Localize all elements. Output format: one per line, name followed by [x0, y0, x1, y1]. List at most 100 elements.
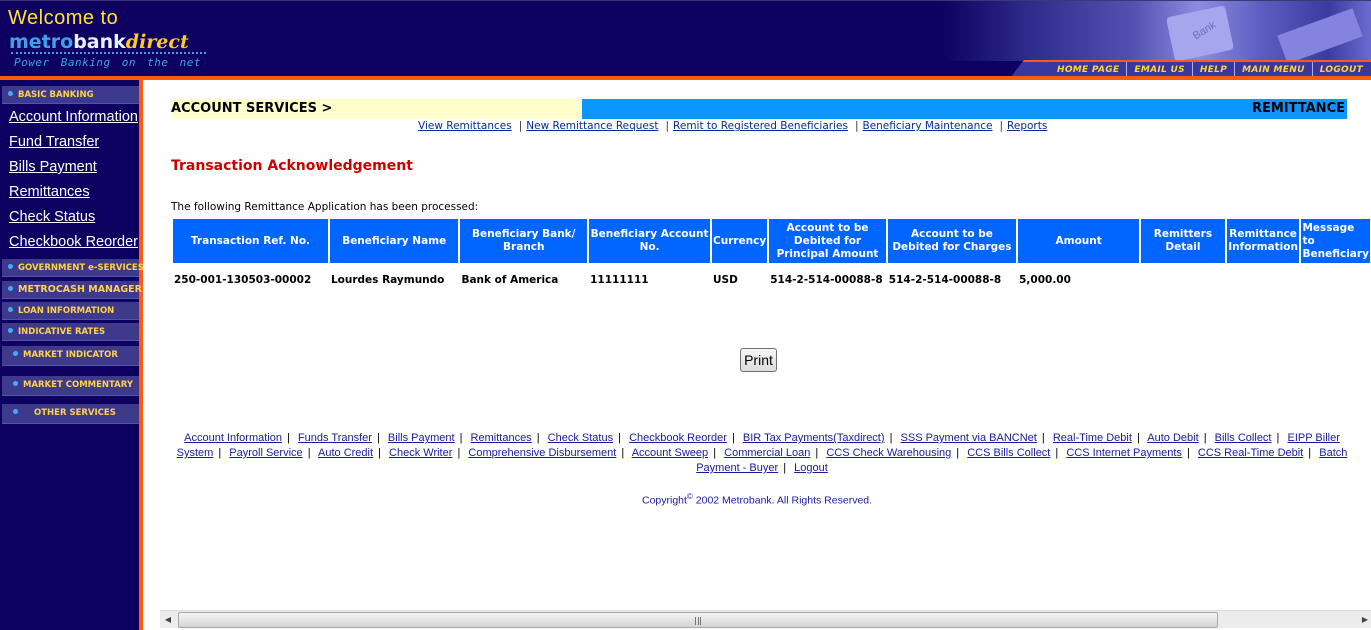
footer-link-payroll-service[interactable]: Payroll Service: [229, 447, 302, 459]
separator: |: [375, 447, 381, 459]
footer-link-bills-payment[interactable]: Bills Payment: [388, 432, 455, 444]
breadcrumb-account-services: ACCOUNT SERVICES >: [171, 99, 582, 119]
horizontal-scrollbar[interactable]: ◀ ▶: [160, 610, 1371, 628]
sidebar-section-basic-banking[interactable]: BASIC BANKING: [2, 86, 139, 104]
footer-link-account-sweep[interactable]: Account Sweep: [632, 447, 708, 459]
sidebar-section-loan-information[interactable]: LOAN INFORMATION: [2, 302, 139, 320]
header-beneficiary-name: Beneficiary Name: [327, 218, 460, 264]
logo-welcome-text: Welcome to: [8, 7, 119, 29]
subnav-remit-registered-beneficiaries[interactable]: Remit to Registered Beneficiaries: [673, 120, 848, 132]
metrobankdirect-logo[interactable]: metrobankdirect: [9, 31, 189, 53]
sidebar-link-remittances[interactable]: Remittances: [9, 184, 90, 200]
footer-link-remittances[interactable]: Remittances: [471, 432, 532, 444]
separator: |: [710, 447, 717, 459]
header-message-to-beneficiary: Message to Beneficiary: [1299, 218, 1371, 264]
separator: |: [518, 120, 523, 132]
header-principal-account: Account to be Debited for Principal Amou…: [767, 218, 888, 264]
footer-link-ccs-internet-payments[interactable]: CCS Internet Payments: [1066, 447, 1182, 459]
separator: |: [533, 432, 540, 444]
scrollbar-thumb[interactable]: [178, 612, 1218, 628]
page-title: Transaction Acknowledgement: [171, 158, 413, 174]
footer-link-commercial-loan[interactable]: Commercial Loan: [724, 447, 810, 459]
grip-icon: [695, 617, 701, 625]
separator: |: [953, 447, 960, 459]
cell-beneficiary-bank: Bank of America: [461, 273, 559, 286]
footer-link-funds-transfer[interactable]: Funds Transfer: [298, 432, 372, 444]
footer-link-account-information[interactable]: Account Information: [184, 432, 282, 444]
subnav-new-remittance-request[interactable]: New Remittance Request: [526, 120, 658, 132]
cell-beneficiary-account: 11111111: [590, 273, 649, 286]
separator: |: [215, 447, 222, 459]
sidebar-divider: [139, 80, 143, 630]
header-beneficiary-account: Beneficiary Account No.: [587, 218, 712, 264]
separator: |: [1133, 432, 1140, 444]
breadcrumb-remittance: REMITTANCE: [582, 99, 1347, 119]
logo-direct: direct: [125, 31, 189, 53]
separator: |: [728, 432, 735, 444]
footer-link-check-writer[interactable]: Check Writer: [389, 447, 452, 459]
header-remittance-information: Remittance Information: [1224, 218, 1301, 264]
scroll-right-arrow-icon[interactable]: ▶: [1359, 614, 1371, 626]
footer-link-ccs-check-warehousing[interactable]: CCS Check Warehousing: [826, 447, 951, 459]
separator: |: [812, 447, 819, 459]
sidebar-section-market-commentary[interactable]: MARKET COMMENTARY: [2, 376, 139, 396]
footer-link-auto-credit[interactable]: Auto Credit: [318, 447, 373, 459]
sidebar-link-account-information[interactable]: Account Information: [9, 109, 138, 125]
sidebar-link-fund-transfer[interactable]: Fund Transfer: [9, 134, 99, 150]
copyright-text: Copyright© 2002 Metrobank. All Rights Re…: [642, 492, 873, 507]
logo-tagline: Power Banking on the net: [14, 56, 201, 69]
footer-link-ccs-bills-collect[interactable]: CCS Bills Collect: [967, 447, 1050, 459]
sidebar-section-market-indicator[interactable]: MARKET INDICATOR: [2, 346, 139, 366]
bullet-icon: [8, 328, 13, 333]
separator: |: [1200, 432, 1207, 444]
bullet-icon: [13, 351, 18, 356]
sidebar-section-other-services[interactable]: OTHER SERVICES: [2, 404, 139, 424]
subnav-reports[interactable]: Reports: [1007, 120, 1047, 132]
subnav-view-remittances[interactable]: View Remittances: [418, 120, 512, 132]
remittance-subnav: View Remittances | New Remittance Request |…: [418, 120, 1047, 132]
footer-link-ccs-real-time-debit[interactable]: CCS Real-Time Debit: [1198, 447, 1303, 459]
separator: |: [373, 432, 380, 444]
cell-beneficiary-name: Lourdes Raymundo: [330, 273, 445, 286]
sidebar-section-metrocash-manager[interactable]: METROCASH MANAGER: [2, 281, 142, 299]
logo-metro: metro: [9, 31, 74, 53]
footer-link-bir-tax-payments-taxdirect[interactable]: BIR Tax Payments(Taxdirect): [743, 432, 885, 444]
separator: |: [854, 120, 859, 132]
sidebar-link-checkbook-reorder[interactable]: Checkbook Reorder: [9, 234, 138, 250]
footer-link-bills-collect[interactable]: Bills Collect: [1215, 432, 1272, 444]
footer-link-checkbook-reorder[interactable]: Checkbook Reorder: [629, 432, 727, 444]
breadcrumb: ACCOUNT SERVICES > REMITTANCE: [171, 99, 1347, 119]
bullet-icon: [13, 381, 18, 386]
header-banner: Welcome to metrobankdirect Power Banking…: [0, 0, 1371, 78]
cell-charges-account: 514-2-514-00088-8: [888, 273, 1002, 286]
footer-link-logout[interactable]: Logout: [794, 462, 828, 474]
separator: |: [618, 447, 625, 459]
header-transaction-ref: Transaction Ref. No.: [171, 218, 330, 264]
footer-link-real-time-debit[interactable]: Real-Time Debit: [1053, 432, 1132, 444]
sidebar-link-bills-payment[interactable]: Bills Payment: [9, 159, 97, 175]
separator: |: [665, 120, 670, 132]
footer-link-sss-payment-via-bancnet[interactable]: SSS Payment via BANCNet: [901, 432, 1037, 444]
separator: |: [304, 447, 311, 459]
separator: |: [780, 462, 787, 474]
bullet-icon: [13, 409, 18, 414]
cell-transaction-ref: 250-001-130503-00002: [174, 273, 312, 286]
footer-link-auto-debit[interactable]: Auto Debit: [1147, 432, 1198, 444]
sidebar-link-check-status[interactable]: Check Status: [9, 209, 95, 225]
separator: |: [454, 447, 461, 459]
print-button[interactable]: Print: [740, 348, 777, 372]
separator: |: [1305, 447, 1312, 459]
separator: |: [999, 120, 1004, 132]
footer-link-comprehensive-disbursement[interactable]: Comprehensive Disbursement: [468, 447, 616, 459]
separator: |: [886, 432, 893, 444]
footer-link-check-status[interactable]: Check Status: [548, 432, 613, 444]
scroll-left-arrow-icon[interactable]: ◀: [162, 614, 174, 626]
header-currency: Currency: [710, 218, 769, 264]
separator: |: [1038, 432, 1045, 444]
separator: |: [1183, 447, 1190, 459]
subnav-beneficiary-maintenance[interactable]: Beneficiary Maintenance: [862, 120, 992, 132]
separator: |: [1273, 432, 1280, 444]
header-remitters-detail: Remitters Detail: [1139, 218, 1227, 264]
sidebar-section-government-e-services[interactable]: GOVERNMENT e-SERVICES: [2, 259, 144, 277]
sidebar-section-indicative-rates[interactable]: INDICATIVE RATES: [2, 323, 139, 341]
